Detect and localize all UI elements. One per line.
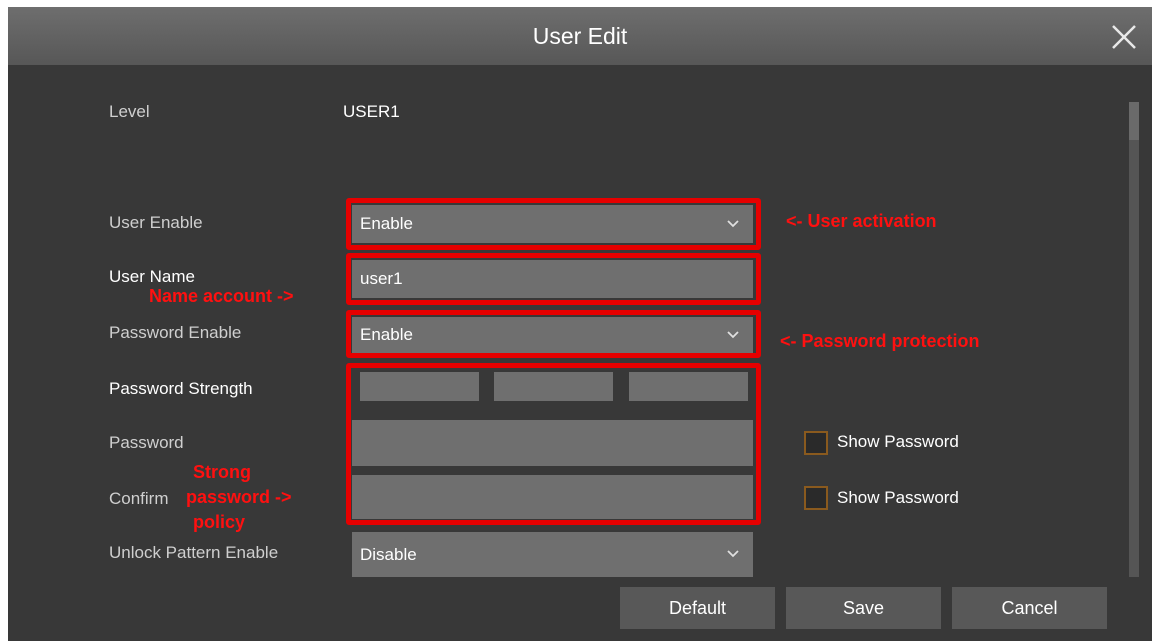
user-enable-label: User Enable bbox=[109, 213, 203, 232]
unlock-pattern-label: Unlock Pattern Enable bbox=[109, 543, 279, 562]
chevron-down-icon bbox=[727, 550, 739, 558]
strength-bar-medium bbox=[494, 372, 613, 401]
title-bar: User Edit bbox=[8, 7, 1152, 65]
user-enable-select[interactable]: Enable bbox=[352, 205, 753, 243]
password-enable-value: Enable bbox=[360, 325, 413, 344]
password-enable-select[interactable]: Enable bbox=[352, 317, 753, 353]
user-name-label: User Name bbox=[109, 267, 195, 286]
show-password-label: Show Password bbox=[837, 432, 959, 451]
confirm-password-input[interactable] bbox=[352, 475, 753, 519]
annotation-password-protection: <- Password protection bbox=[780, 331, 980, 351]
scrollbar-track[interactable] bbox=[1129, 102, 1139, 577]
default-button[interactable]: Default bbox=[620, 587, 775, 629]
level-label: Level bbox=[109, 102, 150, 121]
user-edit-dialog: User Edit Level USER1 User Enable Enable… bbox=[8, 7, 1152, 641]
annotation-user-activation: <- User activation bbox=[786, 211, 937, 231]
user-enable-value: Enable bbox=[360, 214, 413, 233]
password-enable-label: Password Enable bbox=[109, 323, 242, 342]
close-icon[interactable] bbox=[1108, 21, 1140, 53]
level-value: USER1 bbox=[343, 102, 400, 121]
password-strength-label: Password Strength bbox=[109, 379, 253, 398]
unlock-pattern-value: Disable bbox=[360, 545, 417, 564]
dialog-title: User Edit bbox=[532, 23, 628, 49]
confirm-label: Confirm bbox=[109, 489, 169, 508]
annotation-name-account: Name account -> bbox=[149, 286, 294, 306]
cancel-button[interactable]: Cancel bbox=[952, 587, 1107, 629]
user-name-input[interactable]: user1 bbox=[352, 260, 753, 298]
user-name-value: user1 bbox=[360, 269, 403, 288]
unlock-pattern-select[interactable]: Disable bbox=[352, 532, 753, 577]
annotation-strong-line1: Strong bbox=[193, 462, 251, 482]
chevron-down-icon bbox=[727, 220, 739, 228]
show-password-confirm-checkbox[interactable] bbox=[804, 486, 828, 510]
password-label: Password bbox=[109, 433, 184, 452]
chevron-down-icon bbox=[727, 331, 739, 339]
show-password-checkbox[interactable] bbox=[804, 431, 828, 455]
annotation-strong-line3: policy bbox=[193, 512, 246, 532]
annotation-strong-line2: password -> bbox=[186, 487, 292, 507]
strength-bar-strong bbox=[629, 372, 748, 401]
show-password-confirm-label: Show Password bbox=[837, 488, 959, 507]
strength-bar-weak bbox=[360, 372, 479, 401]
save-button[interactable]: Save bbox=[786, 587, 941, 629]
password-input[interactable] bbox=[352, 420, 753, 466]
scrollbar-thumb[interactable] bbox=[1129, 102, 1139, 140]
